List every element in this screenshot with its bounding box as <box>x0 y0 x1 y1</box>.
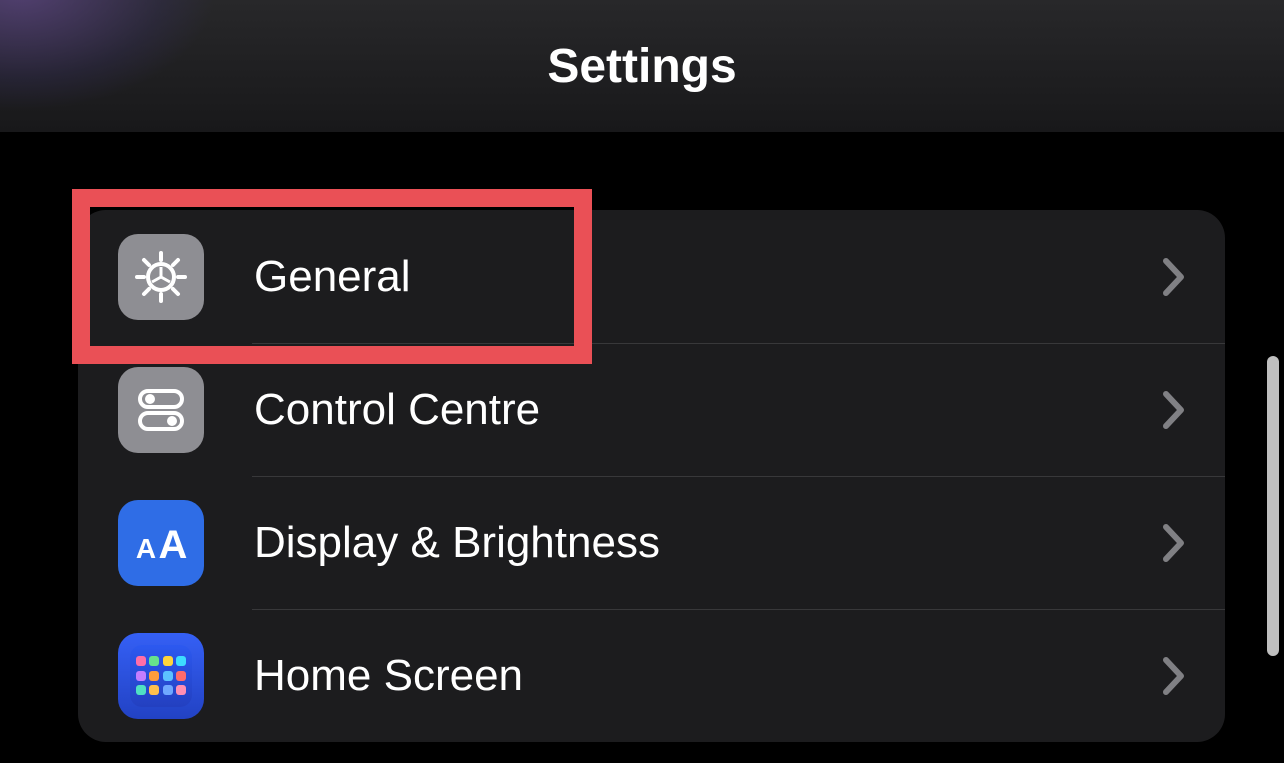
row-label-display: Display & Brightness <box>254 518 1163 568</box>
text-size-icon: A A <box>118 500 204 586</box>
row-label-homescreen: Home Screen <box>254 651 1163 701</box>
svg-text:A: A <box>136 533 156 564</box>
row-general[interactable]: General <box>78 210 1225 343</box>
gear-icon <box>118 234 204 320</box>
row-content: General <box>118 210 1185 343</box>
svg-text:A: A <box>159 523 188 567</box>
settings-list: General Control Centre <box>78 210 1225 742</box>
chevron-right-icon <box>1163 258 1185 296</box>
row-content: A A Display & Brightness <box>118 476 1185 609</box>
row-content: Control Centre <box>118 343 1185 476</box>
settings-header: Settings <box>0 0 1284 132</box>
row-label-control: Control Centre <box>254 385 1163 435</box>
row-control-centre[interactable]: Control Centre <box>78 343 1225 476</box>
chevron-right-icon <box>1163 391 1185 429</box>
home-screen-icon <box>118 633 204 719</box>
page-title: Settings <box>547 39 736 94</box>
toggles-icon <box>118 367 204 453</box>
row-home-screen[interactable]: Home Screen <box>78 609 1225 742</box>
scrollbar[interactable] <box>1267 356 1279 656</box>
chevron-right-icon <box>1163 524 1185 562</box>
row-content: Home Screen <box>118 609 1185 742</box>
row-label-general: General <box>254 252 1163 302</box>
chevron-right-icon <box>1163 657 1185 695</box>
row-display-brightness[interactable]: A A Display & Brightness <box>78 476 1225 609</box>
